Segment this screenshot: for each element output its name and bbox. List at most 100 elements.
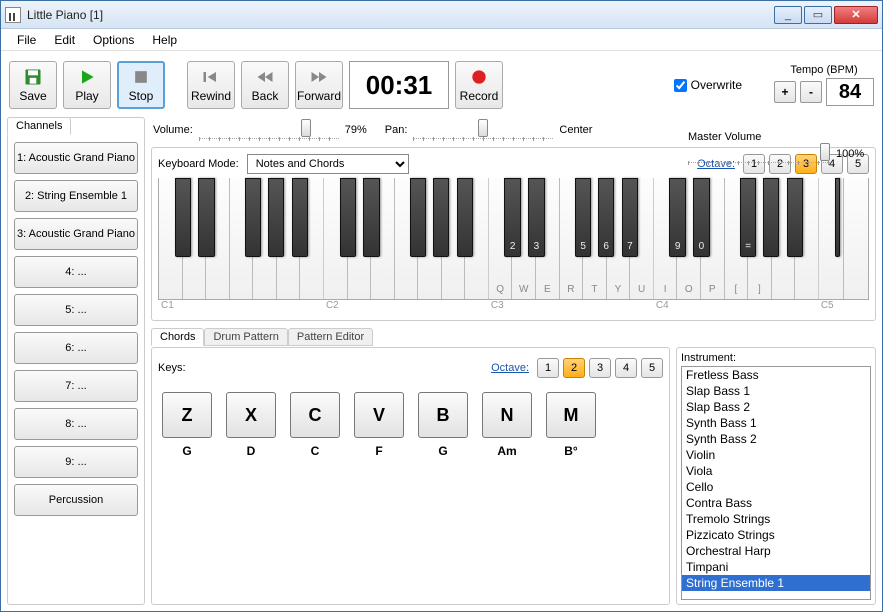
piano-keyboard[interactable]: C1C2QWERTYU23567C3IOP[]90=C4C5 — [158, 178, 869, 300]
white-key[interactable] — [795, 178, 818, 299]
channel-button-1[interactable]: 1: Acoustic Grand Piano — [14, 142, 138, 174]
instrument-item[interactable]: Pizzicato Strings — [682, 527, 870, 543]
chord-key-N[interactable]: N — [482, 392, 532, 438]
chords-octave-2[interactable]: 2 — [563, 358, 585, 378]
instrument-item[interactable]: Cello — [682, 479, 870, 495]
channel-button-7[interactable]: 7: ... — [14, 370, 138, 402]
channel-button-9[interactable]: 9: ... — [14, 446, 138, 478]
white-key[interactable] — [442, 178, 466, 299]
channel-button-6[interactable]: 6: ... — [14, 332, 138, 364]
instrument-item[interactable]: Viola — [682, 463, 870, 479]
close-button[interactable]: ✕ — [834, 6, 878, 24]
stop-button[interactable]: Stop — [117, 61, 165, 109]
white-key[interactable] — [819, 178, 844, 299]
pan-slider[interactable] — [413, 121, 553, 139]
white-key[interactable] — [324, 178, 348, 299]
channel-button-10[interactable]: Percussion — [14, 484, 138, 516]
titlebar[interactable]: Little Piano [1] _ ▭ ✕ — [1, 1, 882, 29]
instrument-item[interactable]: Violin — [682, 447, 870, 463]
tempo-minus-button[interactable]: - — [800, 81, 822, 103]
instrument-item[interactable]: Synth Bass 2 — [682, 431, 870, 447]
white-key[interactable] — [206, 178, 230, 299]
octave-name: C4 — [656, 300, 669, 311]
channel-button-5[interactable]: 5: ... — [14, 294, 138, 326]
white-key[interactable] — [844, 178, 868, 299]
channel-button-8[interactable]: 8: ... — [14, 408, 138, 440]
chord-tab-drum-pattern[interactable]: Drum Pattern — [204, 328, 287, 346]
white-key[interactable] — [395, 178, 419, 299]
instrument-item[interactable]: Synth Bass 1 — [682, 415, 870, 431]
instrument-item[interactable]: Slap Bass 1 — [682, 383, 870, 399]
save-button[interactable]: Save — [9, 61, 57, 109]
chord-key-V[interactable]: V — [354, 392, 404, 438]
chord-key-C[interactable]: C — [290, 392, 340, 438]
chord-key-X[interactable]: X — [226, 392, 276, 438]
white-key[interactable]: P — [701, 178, 725, 299]
instrument-item[interactable]: Tremolo Strings — [682, 511, 870, 527]
menu-options[interactable]: Options — [85, 31, 142, 49]
white-key[interactable]: U — [630, 178, 653, 299]
chords-octave-5[interactable]: 5 — [641, 358, 663, 378]
kbmode-select[interactable]: Notes and Chords — [247, 154, 409, 174]
channel-button-2[interactable]: 2: String Ensemble 1 — [14, 180, 138, 212]
record-button[interactable]: Record — [455, 61, 503, 109]
white-key[interactable] — [371, 178, 395, 299]
chords-octave-4[interactable]: 4 — [615, 358, 637, 378]
rewind-button[interactable]: Rewind — [187, 61, 235, 109]
chords-octave-label[interactable]: Octave: — [491, 362, 529, 374]
maximize-button[interactable]: ▭ — [804, 6, 832, 24]
instrument-item[interactable]: String Ensemble 1 — [682, 575, 870, 591]
back-button[interactable]: Back — [241, 61, 289, 109]
rewind-label: Rewind — [191, 89, 231, 103]
instrument-item[interactable]: Slap Bass 2 — [682, 399, 870, 415]
menu-edit[interactable]: Edit — [46, 31, 83, 49]
tempo-plus-button[interactable]: + — [774, 81, 796, 103]
instrument-item[interactable]: Timpani — [682, 559, 870, 575]
white-key[interactable] — [465, 178, 488, 299]
white-key[interactable] — [418, 178, 442, 299]
minimize-button[interactable]: _ — [774, 6, 802, 24]
master-volume-slider[interactable] — [688, 145, 830, 163]
white-key[interactable]: O — [677, 178, 701, 299]
instrument-list[interactable]: Fretless BassSlap Bass 1Slap Bass 2Synth… — [681, 366, 871, 600]
record-icon — [469, 67, 489, 87]
white-key[interactable] — [300, 178, 323, 299]
white-key[interactable] — [772, 178, 796, 299]
white-key[interactable]: T — [583, 178, 607, 299]
white-key[interactable]: R — [560, 178, 584, 299]
channel-button-4[interactable]: 4: ... — [14, 256, 138, 288]
chord-tab-pattern-editor[interactable]: Pattern Editor — [288, 328, 373, 346]
overwrite-checkbox[interactable] — [674, 79, 687, 92]
white-key[interactable] — [277, 178, 301, 299]
channel-button-3[interactable]: 3: Acoustic Grand Piano — [14, 218, 138, 250]
tempo-label: Tempo (BPM) — [790, 64, 857, 76]
white-key[interactable]: I — [654, 178, 678, 299]
white-key[interactable] — [230, 178, 254, 299]
white-key[interactable] — [183, 178, 207, 299]
chord-key-B[interactable]: B — [418, 392, 468, 438]
white-key[interactable] — [159, 178, 183, 299]
white-key[interactable] — [348, 178, 372, 299]
chord-key-Z[interactable]: Z — [162, 392, 212, 438]
chords-octave-3[interactable]: 3 — [589, 358, 611, 378]
chords-octave-1[interactable]: 1 — [537, 358, 559, 378]
channels-tab[interactable]: Channels — [7, 117, 71, 135]
white-key[interactable]: Y — [607, 178, 631, 299]
menu-help[interactable]: Help — [144, 31, 185, 49]
instrument-item[interactable]: Orchestral Harp — [682, 543, 870, 559]
chord-tab-chords[interactable]: Chords — [151, 328, 204, 346]
white-key[interactable]: E — [536, 178, 560, 299]
instrument-item[interactable]: Contra Bass — [682, 495, 870, 511]
white-key[interactable]: ] — [748, 178, 772, 299]
chord-key-M[interactable]: M — [546, 392, 596, 438]
volume-slider[interactable] — [199, 121, 339, 139]
menu-file[interactable]: File — [9, 31, 44, 49]
play-button[interactable]: Play — [63, 61, 111, 109]
white-key[interactable]: Q — [489, 178, 513, 299]
instrument-item[interactable]: Fretless Bass — [682, 367, 870, 383]
white-key[interactable] — [253, 178, 277, 299]
forward-button[interactable]: Forward — [295, 61, 343, 109]
white-key[interactable]: W — [512, 178, 536, 299]
record-label: Record — [460, 89, 499, 103]
white-key[interactable]: [ — [725, 178, 749, 299]
